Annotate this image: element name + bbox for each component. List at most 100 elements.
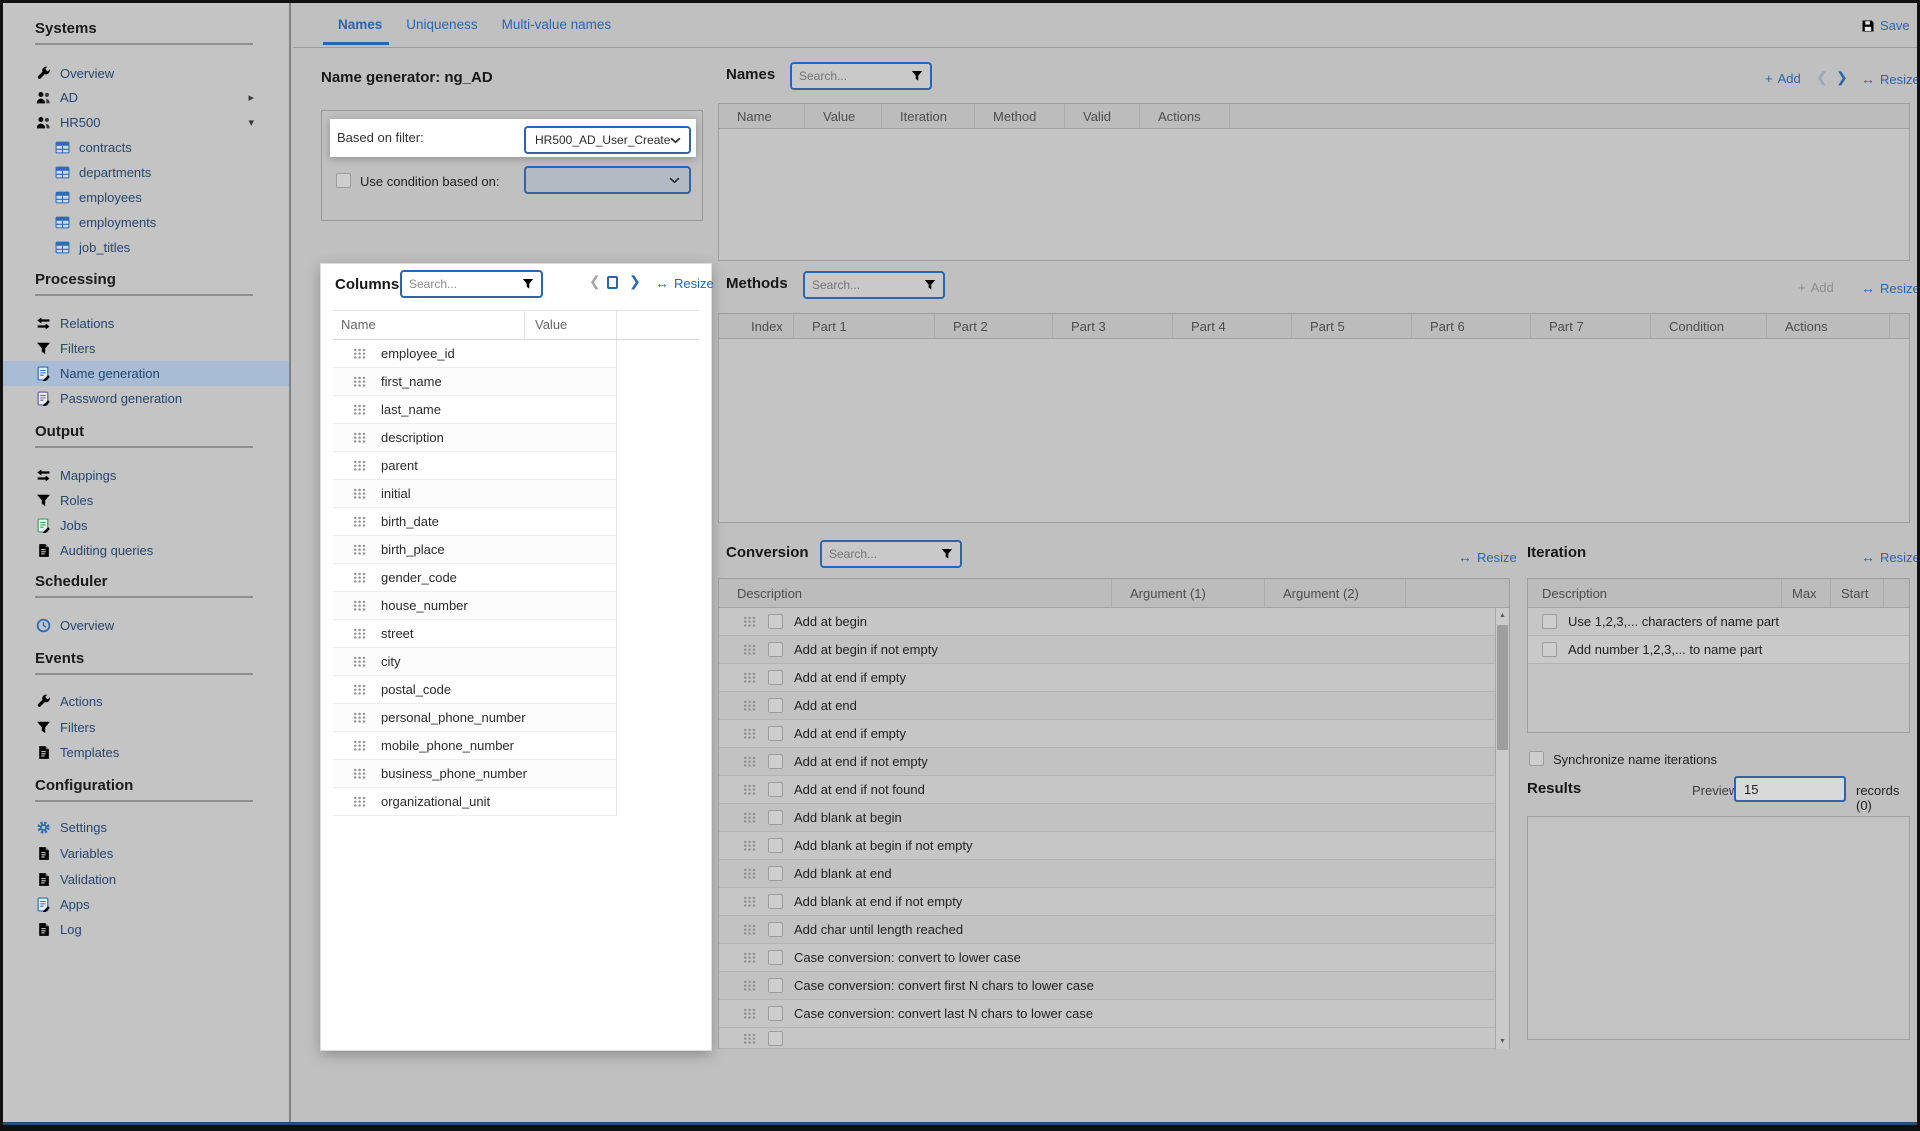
columns-search[interactable] <box>400 270 543 298</box>
conversion-row[interactable]: Add blank at begin if not empty <box>719 832 1495 860</box>
sidebar-item-ad[interactable]: AD▸ <box>3 85 289 110</box>
drag-handle-icon[interactable] <box>353 684 367 695</box>
names-header-actions[interactable]: Actions <box>1140 104 1230 128</box>
methods-header-part4[interactable]: Part 4 <box>1173 314 1292 338</box>
chevron-right-icon[interactable]: ▸ <box>248 91 254 104</box>
conversion-row[interactable]: Add blank at begin <box>719 804 1495 832</box>
conversion-row[interactable]: Add at end if not found <box>719 776 1495 804</box>
column-row[interactable]: house_number <box>333 592 616 620</box>
methods-header-index[interactable]: Index <box>719 314 794 338</box>
conversion-checkbox[interactable] <box>768 1006 783 1021</box>
conversion-row[interactable]: Add at end if not empty <box>719 748 1495 776</box>
drag-handle-icon[interactable] <box>743 896 757 907</box>
drag-handle-icon[interactable] <box>353 768 367 779</box>
iteration-header-start[interactable]: Start <box>1831 579 1884 607</box>
conversion-row[interactable]: Add at end if empty <box>719 664 1495 692</box>
column-row[interactable]: personal_phone_number <box>333 704 616 732</box>
conversion-header-description[interactable]: Description <box>719 579 1112 607</box>
sidebar-item-hr500[interactable]: HR500▾ <box>3 110 289 135</box>
methods-search[interactable] <box>803 271 945 299</box>
drag-handle-icon[interactable] <box>353 740 367 751</box>
sidebar-item-job-titles[interactable]: job_titles <box>3 235 289 260</box>
tab-multi-value-names[interactable]: Multi-value names <box>502 17 612 38</box>
conversion-checkbox[interactable] <box>768 810 783 825</box>
methods-header-part6[interactable]: Part 6 <box>1412 314 1531 338</box>
column-row[interactable]: description <box>333 424 616 452</box>
condition-dropdown[interactable] <box>524 166 691 194</box>
drag-handle-icon[interactable] <box>353 572 367 583</box>
conversion-checkbox[interactable] <box>768 754 783 769</box>
names-add-button[interactable]: +Add <box>1765 71 1801 86</box>
conversion-row[interactable]: Add char until length reached <box>719 916 1495 944</box>
sidebar-item-jobs[interactable]: Jobs <box>3 513 289 538</box>
conversion-row[interactable]: Add at end if empty <box>719 720 1495 748</box>
column-row[interactable]: organizational_unit <box>333 788 616 816</box>
tab-uniqueness[interactable]: Uniqueness <box>406 17 477 38</box>
scroll-down-icon[interactable]: ▼ <box>1496 1034 1509 1049</box>
drag-handle-icon[interactable] <box>353 488 367 499</box>
conversion-checkbox[interactable] <box>768 1031 783 1046</box>
sidebar-item-actions[interactable]: Actions <box>3 689 289 714</box>
names-header-iteration[interactable]: Iteration <box>882 104 975 128</box>
conversion-row[interactable]: Add at end <box>719 692 1495 720</box>
drag-handle-icon[interactable] <box>743 924 757 935</box>
sidebar-item-apps[interactable]: Apps <box>3 892 289 917</box>
drag-handle-icon[interactable] <box>353 600 367 611</box>
drag-handle-icon[interactable] <box>353 432 367 443</box>
conversion-checkbox[interactable] <box>768 698 783 713</box>
drag-handle-icon[interactable] <box>743 1008 757 1019</box>
column-page-icon[interactable] <box>607 276 618 289</box>
preview-input[interactable]: 15 <box>1734 776 1846 802</box>
names-header-name[interactable]: Name <box>719 104 805 128</box>
conversion-row[interactable]: Add blank at end <box>719 860 1495 888</box>
column-row[interactable]: parent <box>333 452 616 480</box>
conversion-row-partial[interactable] <box>719 1028 1495 1049</box>
drag-handle-icon[interactable] <box>353 460 367 471</box>
conversion-row[interactable]: Add at begin <box>719 608 1495 636</box>
iteration-row[interactable]: Add number 1,2,3,... to name part <box>1528 636 1909 664</box>
drag-handle-icon[interactable] <box>353 712 367 723</box>
methods-header-part3[interactable]: Part 3 <box>1053 314 1173 338</box>
sidebar-item-variables[interactable]: Variables <box>3 841 289 866</box>
conversion-row[interactable]: Add blank at end if not empty <box>719 888 1495 916</box>
chevron-down-icon[interactable]: ▾ <box>248 116 254 129</box>
conversion-header-argument1[interactable]: Argument (1) <box>1112 579 1265 607</box>
methods-header-part5[interactable]: Part 5 <box>1292 314 1412 338</box>
column-row[interactable]: birth_place <box>333 536 616 564</box>
names-header-method[interactable]: Method <box>975 104 1065 128</box>
names-prev-button[interactable]: ❮ <box>1816 69 1828 86</box>
drag-handle-icon[interactable] <box>353 796 367 807</box>
conversion-checkbox[interactable] <box>768 866 783 881</box>
drag-handle-icon[interactable] <box>743 616 757 627</box>
column-row[interactable]: city <box>333 648 616 676</box>
drag-handle-icon[interactable] <box>743 868 757 879</box>
names-search[interactable] <box>790 62 932 90</box>
drag-handle-icon[interactable] <box>743 784 757 795</box>
methods-header-part2[interactable]: Part 2 <box>935 314 1053 338</box>
methods-search-input[interactable] <box>812 278 924 292</box>
column-row[interactable]: employee_id <box>333 340 616 368</box>
conversion-row[interactable]: Add at begin if not empty <box>719 636 1495 664</box>
methods-header-actions[interactable]: Actions <box>1767 314 1890 338</box>
sidebar-item-log[interactable]: Log <box>3 917 289 942</box>
scroll-up-icon[interactable]: ▲ <box>1496 608 1509 623</box>
methods-header-condition[interactable]: Condition <box>1651 314 1767 338</box>
scrollbar-thumb[interactable] <box>1497 625 1508 750</box>
use-condition-checkbox[interactable] <box>336 173 351 188</box>
column-row[interactable]: birth_date <box>333 508 616 536</box>
sidebar-item-event-filters[interactable]: Filters <box>3 715 289 740</box>
synchronize-checkbox[interactable] <box>1529 751 1544 766</box>
tab-names[interactable]: Names <box>338 17 382 38</box>
conversion-header-argument2[interactable]: Argument (2) <box>1265 579 1406 607</box>
sidebar-item-password-generation[interactable]: Password generation <box>3 386 289 411</box>
drag-handle-icon[interactable] <box>743 644 757 655</box>
sidebar-item-validation[interactable]: Validation <box>3 867 289 892</box>
conversion-resize-button[interactable]: ↔Resize <box>1458 549 1517 565</box>
drag-handle-icon[interactable] <box>353 348 367 359</box>
column-row[interactable]: last_name <box>333 396 616 424</box>
iteration-checkbox[interactable] <box>1542 642 1557 657</box>
drag-handle-icon[interactable] <box>353 544 367 555</box>
column-row[interactable]: first_name <box>333 368 616 396</box>
conversion-checkbox[interactable] <box>768 726 783 741</box>
columns-resize-button[interactable]: ↔Resize <box>655 275 714 291</box>
